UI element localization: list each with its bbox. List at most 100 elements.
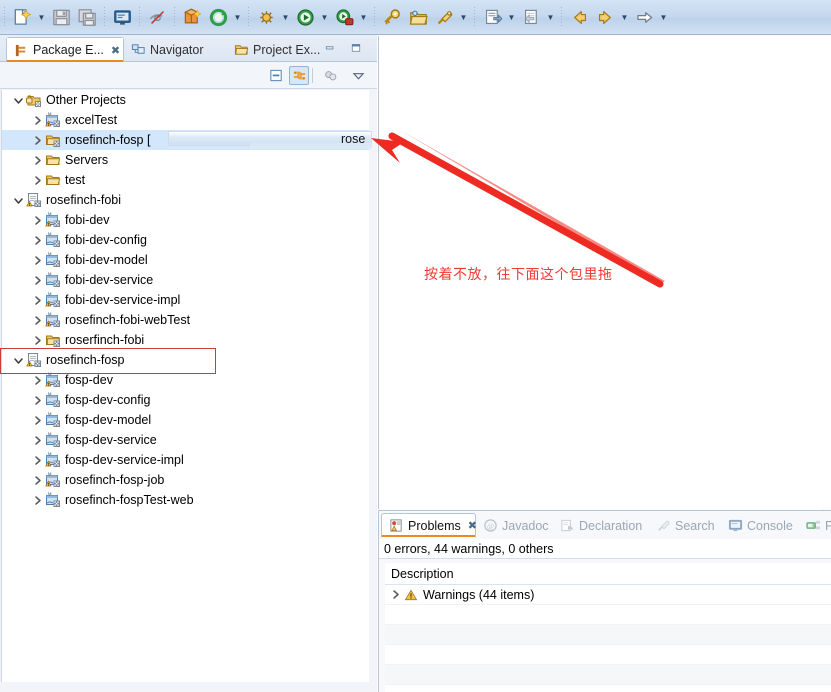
open-type-button[interactable] [380, 5, 404, 29]
tree-item[interactable]: Mfobi-dev-service-impl [2, 290, 369, 310]
svg-text:M: M [48, 412, 52, 416]
tree-item[interactable]: Mfobi-dev-config [2, 230, 369, 250]
problems-row[interactable]: Warnings (44 items) [385, 585, 831, 605]
chevron-right-icon[interactable] [31, 170, 44, 190]
debug-button[interactable] [254, 5, 278, 29]
run-button[interactable] [293, 5, 317, 29]
tree-item[interactable]: Mfosp-dev-model [2, 410, 369, 430]
tree-item[interactable]: test [2, 170, 369, 190]
save-button[interactable] [49, 5, 73, 29]
chevron-right-icon[interactable] [31, 470, 44, 490]
tree-item-label: fosp-dev [65, 373, 113, 387]
chevron-right-icon[interactable] [31, 150, 44, 170]
search-button-dropdown[interactable]: ▼ [457, 5, 470, 29]
chevron-down-icon[interactable] [12, 90, 25, 110]
link-with-editor-button[interactable] [289, 66, 309, 85]
focus-on-active-task-button[interactable] [320, 66, 340, 85]
new-wizard-button[interactable] [10, 5, 34, 29]
chevron-right-icon[interactable] [31, 290, 44, 310]
svg-text:@: @ [487, 521, 494, 530]
close-icon[interactable]: ✖ [111, 44, 120, 57]
problems-column-header[interactable]: Description [385, 563, 831, 585]
bottom-tab-console[interactable]: Console [721, 513, 799, 538]
java-project-icon: M [44, 232, 62, 248]
next-annotation-button-dropdown[interactable]: ▼ [505, 5, 518, 29]
chevron-right-icon[interactable] [31, 490, 44, 510]
bottom-panel: Problems ✖ @ Javadoc Declaration Search Consol… [378, 510, 831, 692]
tree-item[interactable]: Servers [2, 150, 369, 170]
view-tab-navigator[interactable]: Navigator [124, 37, 227, 62]
tree-item[interactable]: Mfobi-dev-model [2, 250, 369, 270]
chevron-right-icon[interactable] [31, 230, 44, 250]
collapse-all-button[interactable] [266, 66, 286, 85]
tree-item[interactable]: Mrosefinch-fobi-webTest [2, 310, 369, 330]
chevron-right-icon[interactable] [31, 430, 44, 450]
chevron-right-icon[interactable] [31, 390, 44, 410]
chevron-right-icon[interactable] [31, 310, 44, 330]
chevron-right-icon[interactable] [31, 410, 44, 430]
view-tab-projectex[interactable]: Project Ex... [227, 37, 335, 62]
run-external-tools-button-dropdown[interactable]: ▼ [357, 5, 370, 29]
forward-button[interactable] [593, 5, 617, 29]
tree-item[interactable]: MexcelTest [2, 110, 369, 130]
tree-item[interactable]: Other Projects [2, 90, 369, 110]
toolbar-separator [248, 7, 249, 27]
tree-item[interactable]: Mfobi-dev-service [2, 270, 369, 290]
tree-item-label: Other Projects [46, 93, 126, 107]
new-package-button[interactable] [180, 5, 204, 29]
previous-annotation-button[interactable] [519, 5, 543, 29]
search-button[interactable] [432, 5, 456, 29]
tree-item[interactable]: Mfosp-dev-config [2, 390, 369, 410]
next-edit-button-dropdown[interactable]: ▼ [657, 5, 670, 29]
chevron-right-icon[interactable] [389, 585, 402, 605]
chevron-right-icon[interactable] [31, 450, 44, 470]
chevron-right-icon[interactable] [31, 270, 44, 290]
bottom-tab-declaration[interactable]: Declaration [553, 513, 649, 538]
refresh-button[interactable] [206, 5, 230, 29]
next-edit-button[interactable] [632, 5, 656, 29]
bottom-tab-search[interactable]: Search [649, 513, 721, 538]
next-annotation-button[interactable] [480, 5, 504, 29]
tree-item[interactable]: roserfinch-fobi [2, 330, 369, 350]
tree-item-label: rosefinch-fosp-job [65, 473, 165, 487]
folder-icon [44, 172, 62, 188]
tree-item[interactable]: Mfosp-dev-service-impl [2, 450, 369, 470]
back-button[interactable] [567, 5, 591, 29]
java-project-warn-icon: M [44, 472, 62, 488]
bottom-tab-p[interactable]: P [799, 513, 831, 538]
new-wizard-button-dropdown[interactable]: ▼ [35, 5, 48, 29]
refresh-button-dropdown[interactable]: ▼ [231, 5, 244, 29]
forward-button-dropdown[interactable]: ▼ [618, 5, 631, 29]
chevron-down-icon[interactable] [12, 190, 25, 210]
debug-button-dropdown[interactable]: ▼ [279, 5, 292, 29]
tree-item[interactable]: Mrosefinch-fospTest-web [2, 490, 369, 510]
view-menu-button[interactable] [348, 66, 368, 85]
tree-item[interactable]: Mrosefinch-fosp-job [2, 470, 369, 490]
tree-item-label: fobi-dev-config [65, 233, 147, 247]
bottom-tab-problems[interactable]: Problems ✖ [381, 513, 477, 538]
chevron-right-icon[interactable] [31, 210, 44, 230]
minimize-view-button[interactable] [322, 41, 338, 56]
project-tree[interactable]: Other Projects MexcelTest rosefinch-fosp [… [1, 90, 369, 682]
skip-breakpoints-button[interactable] [145, 5, 169, 29]
open-task-button[interactable] [406, 5, 430, 29]
tree-item[interactable]: Mfobi-dev [2, 210, 369, 230]
chevron-right-icon[interactable] [31, 110, 44, 130]
previous-annotation-button-dropdown[interactable]: ▼ [544, 5, 557, 29]
bottom-tab-javadoc[interactable]: @ Javadoc [476, 513, 553, 538]
chevron-right-icon[interactable] [31, 330, 44, 350]
chevron-right-icon[interactable] [31, 250, 44, 270]
chevron-right-icon[interactable] [31, 130, 44, 150]
problems-rows[interactable]: Warnings (44 items) [385, 585, 831, 692]
save-all-button[interactable] [75, 5, 99, 29]
new-java-console-button[interactable] [110, 5, 134, 29]
run-external-tools-button[interactable] [332, 5, 356, 29]
run-button-dropdown[interactable]: ▼ [318, 5, 331, 29]
tree-item[interactable]: rosefinch-fobi [2, 190, 369, 210]
tree-item-label: fosp-dev-service [65, 433, 157, 447]
view-tab-packagee[interactable]: Package E... ✖ [6, 37, 124, 63]
maximize-view-button[interactable] [348, 41, 364, 56]
tree-item[interactable]: Mfosp-dev-service [2, 430, 369, 450]
java-project-icon: M [44, 252, 62, 268]
folder-icon [44, 152, 62, 168]
